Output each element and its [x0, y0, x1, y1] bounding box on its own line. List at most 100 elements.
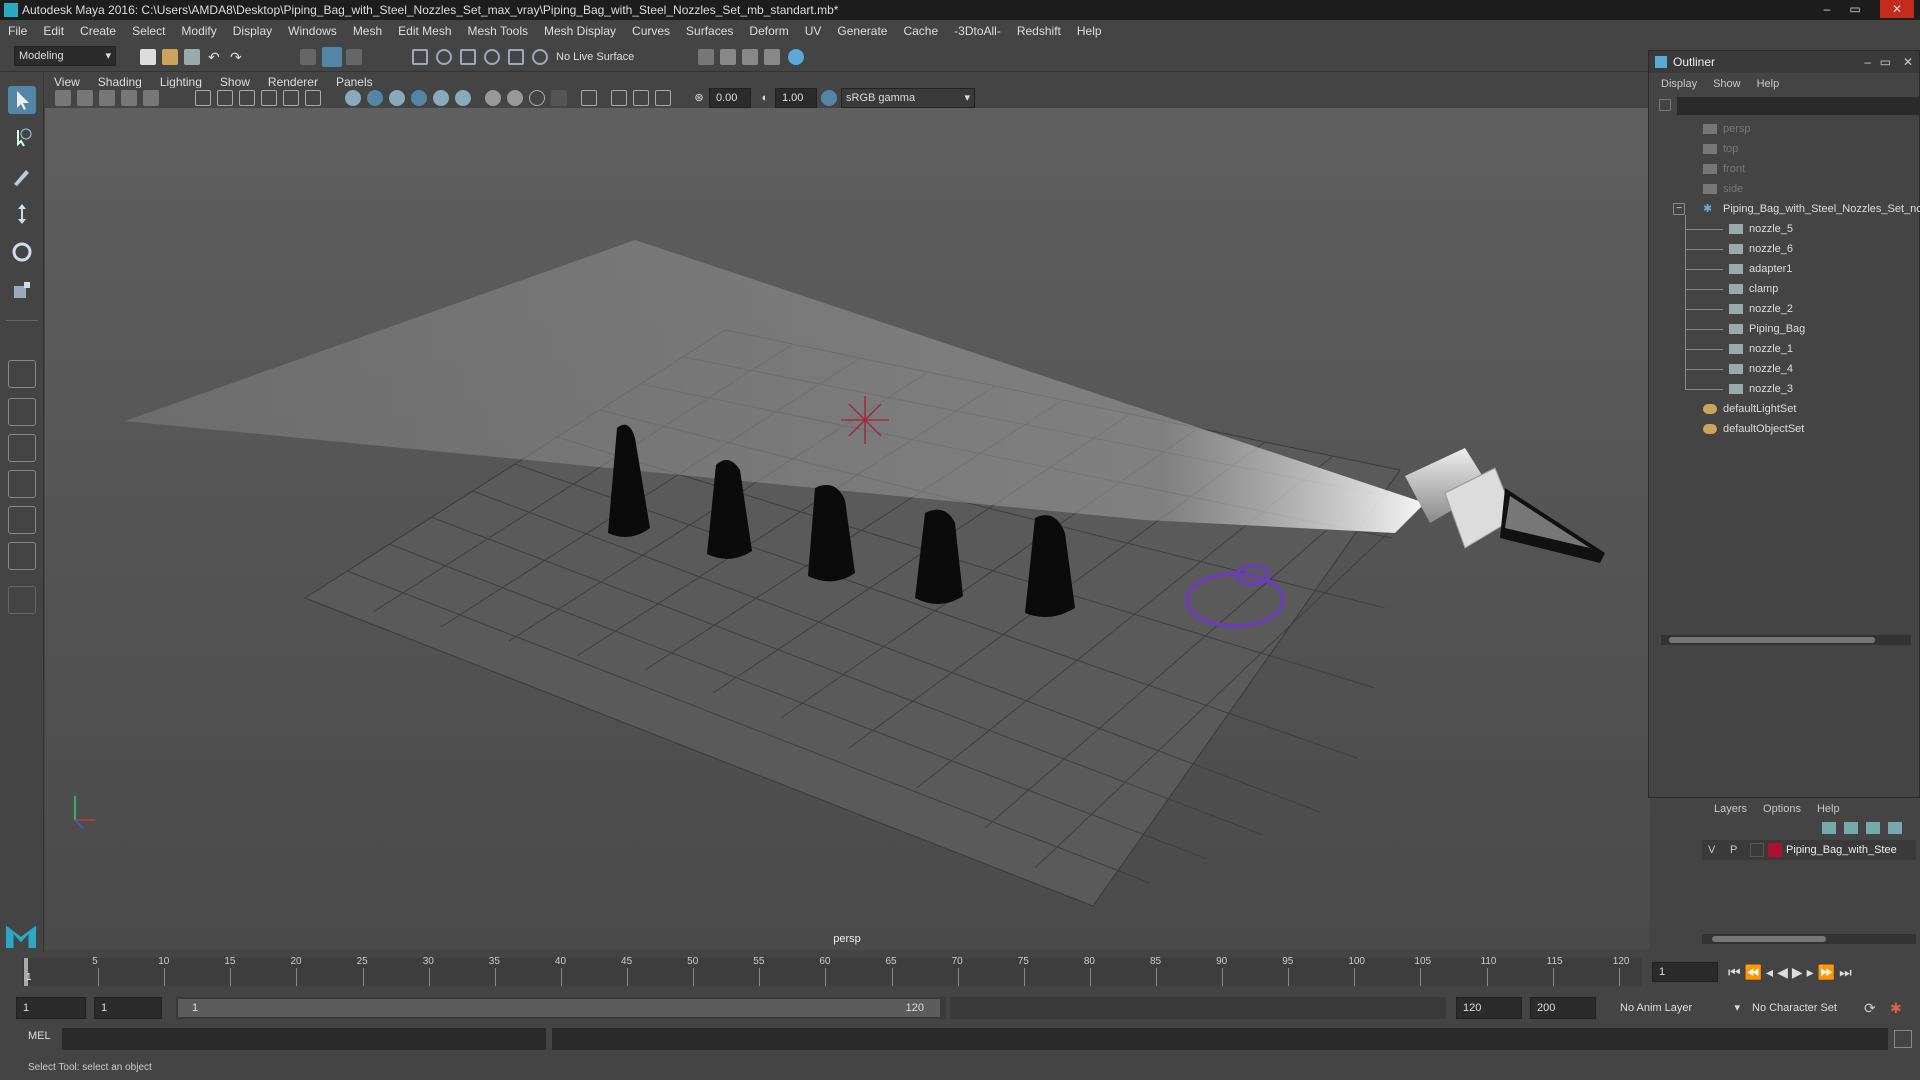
filter-icon[interactable] [1659, 99, 1671, 111]
select-object-icon[interactable] [322, 47, 342, 67]
outliner-hscrollbar[interactable] [1661, 635, 1911, 645]
outliner-item-clamp[interactable]: clamp [1729, 279, 1778, 299]
range-slider[interactable]: 1 120 [176, 997, 946, 1019]
menu-create[interactable]: Create [72, 20, 124, 42]
go-to-start-icon[interactable]: ⏮ [1728, 964, 1745, 980]
outliner-item-nozzle-4[interactable]: nozzle_4 [1729, 359, 1793, 379]
menu-mesh[interactable]: Mesh [345, 20, 390, 42]
time-slider[interactable]: 1 5 10 15 20 25 30 35 40 45 50 55 60 65 70 75 80 85 90 95 1… [0, 952, 1920, 992]
outliner-titlebar[interactable]: Outliner – ▭ ✕ [1649, 51, 1919, 73]
outliner-close-button[interactable]: ✕ [1903, 51, 1913, 73]
motion-blur-icon[interactable] [507, 90, 523, 106]
character-set-dropdown[interactable]: No Character Set [1752, 997, 1862, 1019]
textured-icon[interactable] [455, 90, 471, 106]
field-chart-icon[interactable] [283, 90, 299, 106]
outliner-item-defaultobjectset[interactable]: defaultObjectSet [1703, 419, 1804, 439]
render-settings-icon[interactable] [698, 49, 714, 65]
grease-pencil-icon[interactable] [143, 90, 159, 106]
menu-mesh-tools[interactable]: Mesh Tools [460, 20, 536, 42]
layer-playback-toggle[interactable]: P [1730, 840, 1737, 860]
hypershade-icon[interactable] [788, 49, 804, 65]
select-tool-icon[interactable] [8, 86, 36, 114]
menu-modify[interactable]: Modify [173, 20, 224, 42]
outliner-item-piping-bag-with-steel-nozzles-set-nc[interactable]: ✱ Piping_Bag_with_Steel_Nozzles_Set_nc [1703, 199, 1920, 219]
menu-help[interactable]: Help [1069, 20, 1110, 42]
outliner-item-persp[interactable]: persp [1703, 119, 1751, 139]
color-management-icon[interactable] [821, 90, 837, 106]
exposure-icon[interactable]: ⊛ [691, 90, 707, 106]
redo-icon[interactable]: ↷ [230, 49, 246, 65]
outliner-menu-help[interactable]: Help [1749, 78, 1788, 90]
new-layer-icon[interactable] [1866, 822, 1880, 834]
rotate-tool-icon[interactable] [8, 238, 36, 266]
scene-canvas[interactable]: persp [45, 108, 1650, 950]
outliner-item-piping-bag[interactable]: Piping_Bag [1729, 319, 1805, 339]
menu-surfaces[interactable]: Surfaces [678, 20, 741, 42]
playback-end-field[interactable]: 120 [1456, 997, 1522, 1019]
outliner-search-input[interactable] [1677, 97, 1920, 115]
scale-tool-icon[interactable] [8, 276, 36, 304]
layers-hscrollbar[interactable] [1702, 934, 1916, 944]
script-language-label[interactable]: MEL [28, 1030, 51, 1042]
select-hierarchy-icon[interactable] [300, 49, 316, 65]
snap-curve-icon[interactable] [436, 49, 452, 65]
range-slider-handle[interactable]: 1 120 [178, 999, 940, 1017]
menu-select[interactable]: Select [124, 20, 173, 42]
step-back-key-icon[interactable]: ⏪ [1745, 964, 1766, 980]
close-button[interactable]: ✕ [1880, 0, 1914, 18]
snap-vertex-icon[interactable] [532, 49, 548, 65]
script-editor-icon[interactable] [1894, 1030, 1912, 1048]
resolution-gate-icon[interactable] [239, 90, 255, 106]
move-layer-up-icon[interactable] [1822, 822, 1836, 834]
go-to-end-icon[interactable]: ⏭ [1839, 964, 1856, 980]
render-frame-icon[interactable] [720, 49, 736, 65]
anim-end-field[interactable]: 200 [1530, 997, 1596, 1019]
bookmark-icon[interactable] [99, 90, 115, 106]
lights-icon[interactable] [389, 90, 405, 106]
menu-display[interactable]: Display [225, 20, 280, 42]
xray-icon[interactable] [411, 90, 427, 106]
playback-start-field[interactable]: 1 [94, 997, 162, 1019]
layers-menu-layers[interactable]: Layers [1706, 803, 1755, 815]
outliner-item-top[interactable]: top [1703, 139, 1738, 159]
outliner-item-nozzle-2[interactable]: nozzle_2 [1729, 299, 1793, 319]
auto-key-icon[interactable]: ⟳ [1864, 1000, 1882, 1016]
image-plane-icon[interactable] [121, 90, 137, 106]
backface-icon[interactable] [655, 90, 671, 106]
smooth-shade-icon[interactable] [367, 90, 383, 106]
step-forward-key-icon[interactable]: ⏩ [1818, 964, 1839, 980]
maximize-button[interactable]: ▭ [1842, 0, 1868, 18]
outliner-item-nozzle-3[interactable]: nozzle_3 [1729, 379, 1793, 399]
play-backward-icon[interactable]: ◀ [1777, 964, 1792, 980]
gate-mask-icon[interactable] [261, 90, 277, 106]
paint-select-tool-icon[interactable] [8, 162, 36, 190]
isolate-select-icon[interactable] [581, 90, 597, 106]
grid-toggle-icon[interactable] [195, 90, 211, 106]
outliner-item-adapter1[interactable]: adapter1 [1729, 259, 1792, 279]
four-view-layout-icon[interactable] [8, 398, 36, 426]
layer-visibility-toggle[interactable]: V [1708, 840, 1715, 860]
depth-of-field-icon[interactable] [551, 90, 567, 106]
gamma-field[interactable]: 1.00 [775, 88, 817, 108]
custom-layout-icon[interactable] [8, 586, 36, 614]
outliner-item-front[interactable]: front [1703, 159, 1745, 179]
live-surface-label[interactable]: No Live Surface [556, 48, 634, 66]
outliner-item-nozzle-5[interactable]: nozzle_5 [1729, 219, 1793, 239]
hypershade-layout-icon[interactable] [8, 542, 36, 570]
snap-point-icon[interactable] [460, 49, 476, 65]
menu-cache[interactable]: Cache [895, 20, 946, 42]
menu-mesh-display[interactable]: Mesh Display [536, 20, 624, 42]
viewport-3d[interactable]: persp [45, 108, 1650, 950]
step-forward-frame-icon[interactable]: ▸ [1807, 964, 1818, 980]
new-layer-selected-icon[interactable] [1888, 822, 1902, 834]
single-view-layout-icon[interactable] [8, 360, 36, 388]
antialiasing-icon[interactable] [529, 90, 545, 106]
anim-layer-dropdown[interactable]: No Anim Layer ▾ [1620, 997, 1742, 1019]
camera-attributes-icon[interactable] [77, 90, 93, 106]
outliner-minimize-button[interactable]: – [1864, 51, 1871, 73]
two-view-layout-icon[interactable] [8, 434, 36, 462]
lasso-tool-icon[interactable] [8, 124, 36, 152]
shadows-icon[interactable] [433, 90, 449, 106]
snap-view-icon[interactable] [484, 49, 500, 65]
camera-select-icon[interactable] [55, 90, 71, 106]
